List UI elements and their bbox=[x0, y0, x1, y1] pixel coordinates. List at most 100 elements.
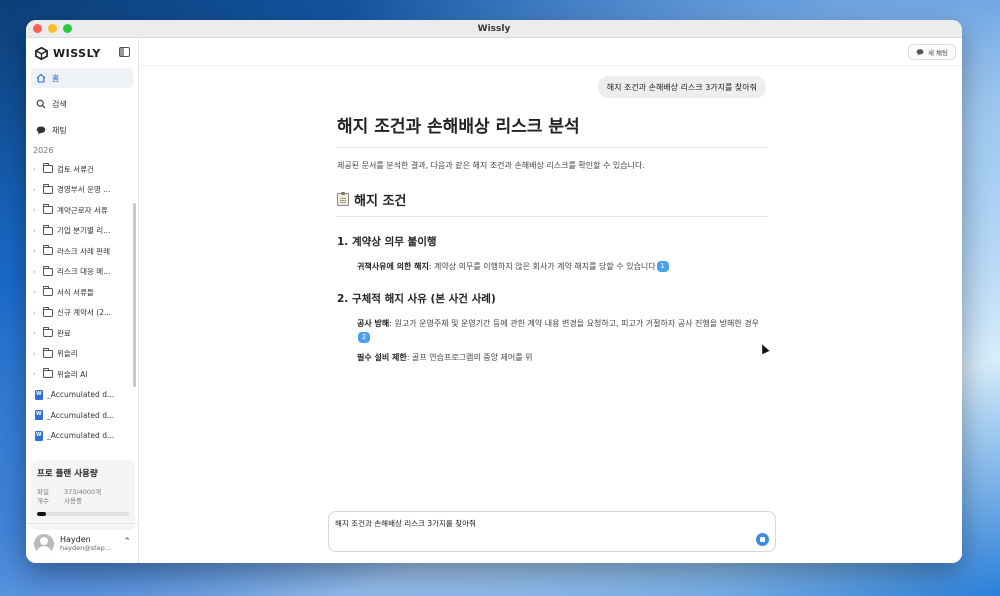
title-bar: Wissly bbox=[26, 20, 962, 38]
item-text: : 원고가 운영주체 및 운영기간 등에 관한 계약 내용 변경을 요청하고, … bbox=[389, 319, 759, 328]
folder-item[interactable]: › 서식 서류들 bbox=[33, 282, 138, 303]
chevron-right-icon[interactable]: › bbox=[33, 247, 39, 255]
response-intro: 제공된 문서를 분석한 결과, 다음과 같은 해지 조건과 손해배상 리스크를 … bbox=[337, 161, 645, 170]
chevron-right-icon[interactable]: › bbox=[33, 370, 39, 378]
file-label: _Accumulated d... bbox=[47, 431, 115, 441]
folder-label: 서식 서류들 bbox=[57, 287, 94, 297]
sidebar-toggle-icon[interactable] bbox=[119, 47, 130, 57]
folder-label: 경영부서 운영 ... bbox=[57, 185, 111, 195]
folder-label: 검토 서류건 bbox=[57, 164, 94, 174]
chevron-right-icon[interactable]: › bbox=[33, 288, 39, 296]
user-profile[interactable]: Hayden hayden@step... ⌃ bbox=[26, 523, 139, 563]
chevron-right-icon[interactable]: › bbox=[33, 350, 39, 358]
new-chat-button[interactable]: 새 채팅 bbox=[907, 44, 956, 60]
citation-badge[interactable]: 2 bbox=[358, 332, 370, 343]
folder-item[interactable]: › 경영부서 운영 ... bbox=[33, 180, 138, 201]
folder-label: 계약근로자 서류 bbox=[57, 205, 108, 215]
folder-item[interactable]: › 완료 bbox=[33, 323, 138, 344]
folder-item[interactable]: › 신규 계약서 (2... bbox=[33, 303, 138, 324]
top-bar: 새 채팅 bbox=[140, 38, 962, 66]
user-message-bubble: 해지 조건과 손해배상 리스크 3가지를 찾아줘 bbox=[597, 76, 766, 98]
user-name: Hayden bbox=[60, 535, 91, 544]
chevron-right-icon[interactable]: › bbox=[33, 206, 39, 214]
clipboard-icon bbox=[337, 192, 349, 206]
folder-item[interactable]: › 위슬리 AI bbox=[33, 364, 138, 385]
usage-key-line: 개수 bbox=[37, 497, 49, 505]
maximize-window-button[interactable] bbox=[63, 24, 72, 33]
folder-icon bbox=[43, 265, 53, 276]
nav-item-home[interactable]: 홈 bbox=[31, 68, 133, 88]
usage-progress-fill bbox=[37, 512, 46, 516]
citation-badge[interactable]: 1 bbox=[656, 261, 669, 272]
main-content: 새 채팅 해지 조건과 손해배상 리스크 3가지를 찾아줘 해지 조건과 손해배… bbox=[140, 38, 962, 563]
folder-item[interactable]: › 리스크 대응 메... bbox=[33, 262, 138, 283]
list-item: 귀책사유에 의한 해지: 계약상 의무를 이행하지 않은 회사가 계약 해지를 … bbox=[357, 260, 767, 274]
item-text: : 계약상 의무를 이행하지 않은 회사가 계약 해지를 당할 수 있습니다 bbox=[428, 262, 656, 271]
sidebar-scrollbar[interactable] bbox=[133, 203, 136, 387]
word-file-icon bbox=[35, 430, 43, 441]
sidebar: WISSLY 홈 검색 채팅 2026 › 검토 서류건 › 경영부서 운영 .… bbox=[26, 38, 139, 563]
file-item[interactable]: _Accumulated d... bbox=[33, 426, 138, 442]
folder-item[interactable]: › 검토 서류건 bbox=[33, 159, 138, 180]
usage-value: 373/4000개 사용중 bbox=[64, 488, 129, 506]
folder-item[interactable]: › 라스크 사례 판례 bbox=[33, 241, 138, 262]
user-info: Hayden hayden@step... bbox=[60, 535, 111, 552]
usage-key: 파일 개수 bbox=[37, 488, 64, 506]
minimize-window-button[interactable] bbox=[48, 24, 57, 33]
usage-card: 프로 플랜 사용량 파일 개수 373/4000개 사용중 bbox=[31, 460, 135, 530]
folder-label: 라스크 사례 판례 bbox=[57, 246, 111, 256]
message-composer[interactable]: 해지 조건과 손해배상 리스크 3가지를 찾아줘 bbox=[328, 511, 776, 552]
folder-label: 신규 계약서 (2... bbox=[57, 308, 112, 318]
chevron-right-icon[interactable]: › bbox=[33, 165, 39, 173]
app-window: Wissly WISSLY 홈 검색 채팅 2026 › 검토 서류건 › 경영… bbox=[26, 20, 962, 563]
folder-item[interactable]: › 위슬리 bbox=[33, 344, 138, 365]
search-icon bbox=[36, 99, 46, 109]
chevron-right-icon[interactable]: › bbox=[33, 268, 39, 276]
item-term: 귀책사유에 의한 해지 bbox=[357, 262, 429, 271]
folder-icon bbox=[43, 368, 53, 379]
folder-label: 위슬리 AI bbox=[57, 369, 88, 379]
new-chat-label: 새 채팅 bbox=[927, 49, 948, 57]
chevron-right-icon[interactable]: › bbox=[33, 227, 39, 235]
year-header: 2026 bbox=[33, 146, 54, 155]
usage-title: 프로 플랜 사용량 bbox=[37, 469, 98, 479]
folder-icon bbox=[43, 204, 53, 215]
folder-icon bbox=[43, 327, 53, 338]
chevron-right-icon[interactable]: › bbox=[33, 186, 39, 194]
stop-button[interactable] bbox=[756, 533, 769, 546]
word-file-icon bbox=[35, 389, 43, 400]
folder-icon bbox=[43, 306, 53, 317]
user-email: hayden@step... bbox=[60, 544, 111, 552]
nav-item-chat[interactable]: 채팅 bbox=[31, 120, 133, 140]
list-item: 공사 방해: 원고가 운영주체 및 운영기간 등에 관한 계약 내용 변경을 요… bbox=[357, 317, 767, 345]
window-title: Wissly bbox=[477, 23, 511, 34]
folder-icon bbox=[43, 163, 53, 174]
file-label: _Accumulated d... bbox=[47, 390, 115, 400]
avatar bbox=[34, 533, 54, 554]
usage-row: 파일 개수 373/4000개 사용중 bbox=[37, 488, 129, 506]
folder-label: 리스크 대응 메... bbox=[57, 267, 111, 277]
main-nav: 홈 검색 채팅 bbox=[26, 68, 138, 140]
folder-item[interactable]: › 계약근로자 서류 bbox=[33, 200, 138, 221]
folder-icon bbox=[43, 224, 53, 235]
chevron-up-icon[interactable]: ⌃ bbox=[123, 537, 131, 547]
folder-label: 완료 bbox=[57, 328, 71, 338]
file-item[interactable]: _Accumulated d... bbox=[33, 385, 138, 406]
section-title: 해지 조건 bbox=[354, 194, 407, 209]
wissly-logo-icon bbox=[35, 46, 48, 60]
usage-key-line: 파일 bbox=[37, 488, 49, 496]
file-label: _Accumulated d... bbox=[47, 410, 115, 420]
file-item[interactable]: _Accumulated d... bbox=[33, 405, 138, 426]
message-input[interactable]: 해지 조건과 손해배상 리스크 3가지를 찾아줘 bbox=[335, 518, 476, 529]
folder-item[interactable]: › 기업 분기별 리... bbox=[33, 221, 138, 242]
folder-icon bbox=[43, 347, 53, 358]
subsection-heading: 2. 구체적 해지 사유 (본 사건 사례) bbox=[337, 293, 496, 305]
nav-item-search[interactable]: 검색 bbox=[31, 94, 133, 114]
close-window-button[interactable] bbox=[33, 24, 42, 33]
folder-icon bbox=[43, 286, 53, 297]
usage-value-line: 사용중 bbox=[64, 497, 82, 505]
chevron-right-icon[interactable]: › bbox=[33, 309, 39, 317]
brand-name: WISSLY bbox=[53, 46, 101, 60]
chevron-right-icon[interactable]: › bbox=[33, 329, 39, 337]
nav-item-label: 검색 bbox=[52, 99, 67, 109]
